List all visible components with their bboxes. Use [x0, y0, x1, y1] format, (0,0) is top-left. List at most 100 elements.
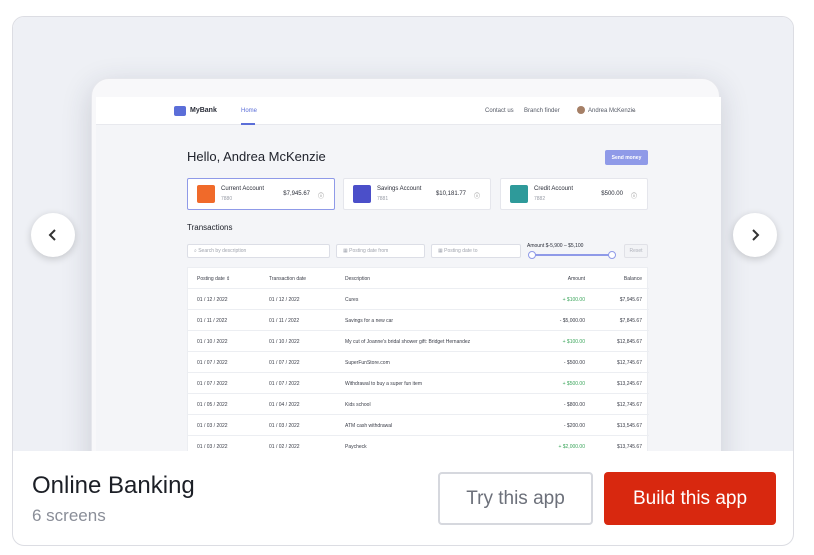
table-cell: 01 / 10 / 2022	[197, 339, 228, 345]
search-input[interactable]: ⌕ Search by description	[187, 244, 330, 258]
amount-label: Amount $-5,900 – $5,100	[527, 243, 584, 249]
bank-name: MyBank	[190, 107, 217, 114]
column-header: Amount	[567, 276, 585, 282]
account-card-current[interactable]: Current Account 7880 $7,945.67 ⓘ	[187, 178, 335, 210]
account-name: Savings Account	[377, 186, 422, 192]
column-header: Description	[345, 276, 371, 282]
account-number: 7880	[221, 196, 233, 202]
table-cell: - $500.00	[563, 360, 585, 366]
previous-button[interactable]	[31, 213, 75, 257]
table-cell: 01 / 11 / 2022	[197, 318, 228, 324]
table-cell: 01 / 05 / 2022	[197, 402, 228, 408]
table-cell: + $2,000.00	[558, 444, 585, 450]
next-button[interactable]	[733, 213, 777, 257]
user-menu[interactable]: Andrea McKenzie	[588, 108, 635, 114]
app-title: Online Banking	[32, 472, 195, 499]
table-cell: My cut of Joanne's bridal shower gift: B…	[345, 339, 471, 345]
table-row[interactable]: 01 / 10 / 2022 01 / 10 / 2022 My cut of Jo…	[188, 331, 649, 352]
table-row[interactable]: 01 / 07 / 2022 01 / 07 / 2022 SuperFunStor…	[188, 352, 649, 373]
table-cell: 01 / 07 / 2022	[197, 381, 228, 387]
table-row[interactable]: 01 / 03 / 2022 01 / 03 / 2022 ATM cash wit…	[188, 415, 649, 436]
table-cell: 01 / 07 / 2022	[269, 360, 300, 366]
table-cell: 01 / 03 / 2022	[269, 423, 300, 429]
table-cell: $7,945.67	[619, 297, 642, 303]
send-money-button[interactable]: Send money	[605, 150, 648, 165]
table-cell: SuperFunStore.com	[345, 360, 390, 366]
table-cell: Paycheck	[345, 444, 367, 450]
date-from-input[interactable]: ▦ Posting date from	[336, 244, 425, 258]
amount-slider-min-handle[interactable]	[528, 251, 536, 259]
table-cell: 01 / 12 / 2022	[269, 297, 300, 303]
build-app-button[interactable]: Build this app	[604, 472, 776, 525]
table-cell: Savings for a new car	[345, 318, 394, 324]
chevron-down-icon: ⌄	[632, 108, 638, 114]
table-cell: 01 / 11 / 2022	[269, 318, 300, 324]
account-swatch	[353, 185, 371, 203]
account-card-credit[interactable]: Credit Account 7882 $500.00 ⓘ	[500, 178, 648, 210]
account-card-savings[interactable]: Savings Account 7881 $10,181.77 ⓘ	[343, 178, 491, 210]
nav-active-indicator	[241, 123, 255, 125]
column-header: Balance	[623, 276, 642, 282]
info-icon[interactable]: ⓘ	[474, 191, 480, 200]
screen-count: 6 screens	[32, 506, 106, 525]
table-cell: + $500.00	[562, 381, 585, 387]
table-cell: 01 / 02 / 2022	[269, 444, 300, 450]
transactions-table: Posting date ⇕ Transaction date Descriptio…	[187, 267, 649, 451]
account-number: 7882	[534, 196, 546, 202]
app-template-card: MyBank Home Contact us Branch finder And…	[12, 16, 794, 546]
try-app-button[interactable]: Try this app	[438, 472, 593, 525]
table-cell: + $100.00	[562, 339, 585, 345]
account-balance: $500.00	[601, 191, 623, 197]
table-cell: - $200.00	[563, 423, 585, 429]
table-cell: 01 / 03 / 2022	[197, 444, 228, 450]
account-number: 7881	[377, 196, 389, 202]
table-cell: + $100.00	[562, 297, 585, 303]
table-row[interactable]: 01 / 07 / 2022 01 / 07 / 2022 Withdrawal t…	[188, 373, 649, 394]
app-preview: MyBank Home Contact us Branch finder And…	[13, 17, 793, 451]
account-name: Credit Account	[534, 186, 574, 192]
table-cell: ATM cash withdrawal	[345, 423, 393, 429]
bank-logo-icon	[174, 106, 186, 116]
info-icon[interactable]: ⓘ	[631, 191, 637, 200]
table-cell: 01 / 10 / 2022	[269, 339, 300, 345]
search-placeholder: Search by description	[198, 248, 247, 254]
section-title: Transactions	[187, 223, 233, 232]
amount-slider-track[interactable]	[532, 254, 612, 256]
nav-home[interactable]: Home	[241, 108, 257, 114]
table-row[interactable]: 01 / 12 / 2022 01 / 12 / 2022 Cures + $100.…	[188, 289, 649, 310]
date-to-input[interactable]: ▦ Posting date to	[431, 244, 521, 258]
table-cell: Cures	[345, 297, 359, 303]
table-cell: 01 / 04 / 2022	[269, 402, 300, 408]
table-row[interactable]: 01 / 05 / 2022 01 / 04 / 2022 Kids school -…	[188, 394, 649, 415]
table-cell: - $5,000.00	[559, 318, 585, 324]
table-cell: $12,845.67	[616, 339, 642, 345]
chevron-right-icon	[752, 229, 760, 241]
nav-branch-finder[interactable]: Branch finder	[524, 108, 560, 114]
table-cell: - $800.00	[563, 402, 585, 408]
table-cell: $12,745.67	[616, 360, 642, 366]
table-cell: Kids school	[345, 402, 371, 408]
table-cell: 01 / 12 / 2022	[197, 297, 228, 303]
table-cell: 01 / 07 / 2022	[269, 381, 300, 387]
nav-contact[interactable]: Contact us	[485, 108, 514, 114]
table-cell: Withdrawal to buy a super fun item	[345, 381, 422, 387]
table-cell: $13,745.67	[616, 444, 642, 450]
column-header[interactable]: Posting date ⇕	[197, 276, 230, 282]
account-name: Current Account	[221, 186, 265, 192]
chevron-left-icon	[48, 229, 56, 241]
table-cell: $13,245.67	[616, 381, 642, 387]
reset-button[interactable]: Reset	[624, 244, 648, 258]
amount-slider-max-handle[interactable]	[608, 251, 616, 259]
table-cell: $7,845.67	[619, 318, 642, 324]
table-cell: 01 / 07 / 2022	[197, 360, 228, 366]
info-icon[interactable]: ⓘ	[318, 191, 324, 200]
app-screen: MyBank Home Contact us Branch finder And…	[96, 97, 721, 451]
avatar[interactable]	[577, 106, 585, 114]
account-balance: $10,181.77	[435, 191, 466, 197]
account-balance: $7,945.67	[283, 191, 310, 197]
table-row[interactable]: 01 / 11 / 2022 01 / 11 / 2022 Savings for …	[188, 310, 649, 331]
table-header: Posting date ⇕ Transaction date Descriptio…	[188, 268, 649, 289]
table-row[interactable]: 01 / 03 / 2022 01 / 02 / 2022 Paycheck + $2…	[188, 436, 649, 451]
app-topbar: MyBank Home Contact us Branch finder And…	[96, 97, 721, 125]
account-swatch	[510, 185, 528, 203]
